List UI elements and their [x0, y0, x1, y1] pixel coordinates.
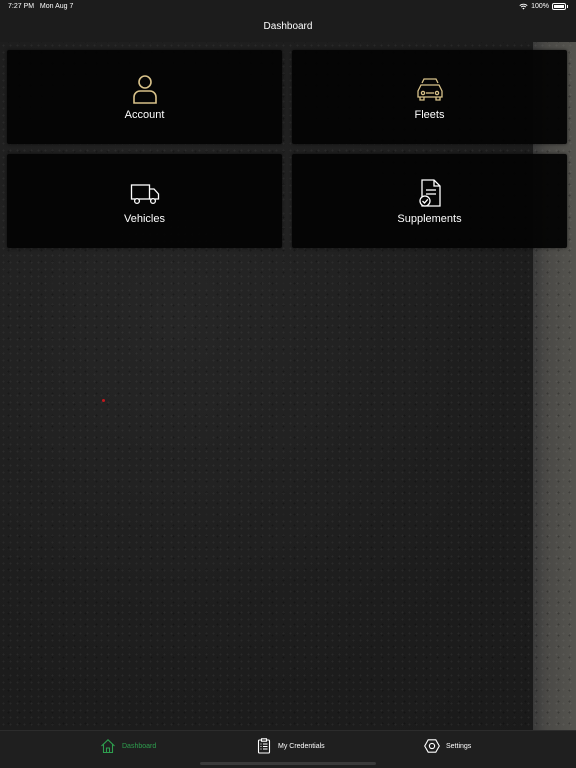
status-bar: 7:27 PM Mon Aug 7 100%	[0, 0, 576, 14]
account-tile[interactable]: Account	[7, 50, 282, 144]
clipboard-icon	[257, 738, 271, 754]
fleets-tile-label: Fleets	[414, 109, 445, 121]
tab-dashboard[interactable]: Dashboard	[100, 737, 156, 755]
battery-cap	[567, 5, 568, 8]
status-date: Mon Aug 7	[39, 3, 74, 10]
nav-bar: Dashboard	[0, 14, 576, 42]
fleets-tile[interactable]: Fleets	[292, 50, 567, 144]
background-red-dot	[102, 399, 105, 402]
tab-dashboard-label: Dashboard	[122, 742, 157, 750]
truck-icon	[130, 184, 159, 205]
background-noise	[0, 42, 576, 730]
tab-my-credentials-label: My Credentials	[278, 742, 325, 750]
tab-my-credentials[interactable]: My Credentials	[256, 737, 325, 755]
status-time: 7:27 PM	[8, 3, 35, 10]
status-right: 100%	[519, 3, 568, 10]
tab-bar: Dashboard My Credentials Settings	[0, 730, 576, 768]
wifi-icon	[519, 3, 528, 10]
person-icon	[132, 75, 157, 104]
battery-icon	[552, 3, 566, 10]
cars-icon	[416, 78, 443, 101]
background-texture	[0, 42, 576, 730]
account-tile-label: Account	[124, 109, 165, 121]
home-indicator[interactable]	[200, 762, 376, 765]
home-icon	[101, 739, 115, 754]
page-title: Dashboard	[263, 21, 313, 32]
hexagon-gear-icon	[424, 739, 440, 753]
supplements-tile[interactable]: Supplements	[292, 154, 567, 248]
document-check-icon	[418, 179, 441, 207]
vehicles-tile[interactable]: Vehicles	[7, 154, 282, 248]
tab-settings-label: Settings	[446, 742, 472, 750]
supplements-tile-label: Supplements	[397, 213, 462, 225]
status-time-date: 7:27 PM Mon Aug 7	[8, 3, 73, 10]
vehicles-tile-label: Vehicles	[124, 213, 165, 225]
battery-percent: 100%	[531, 3, 549, 10]
tab-settings[interactable]: Settings	[424, 737, 471, 755]
